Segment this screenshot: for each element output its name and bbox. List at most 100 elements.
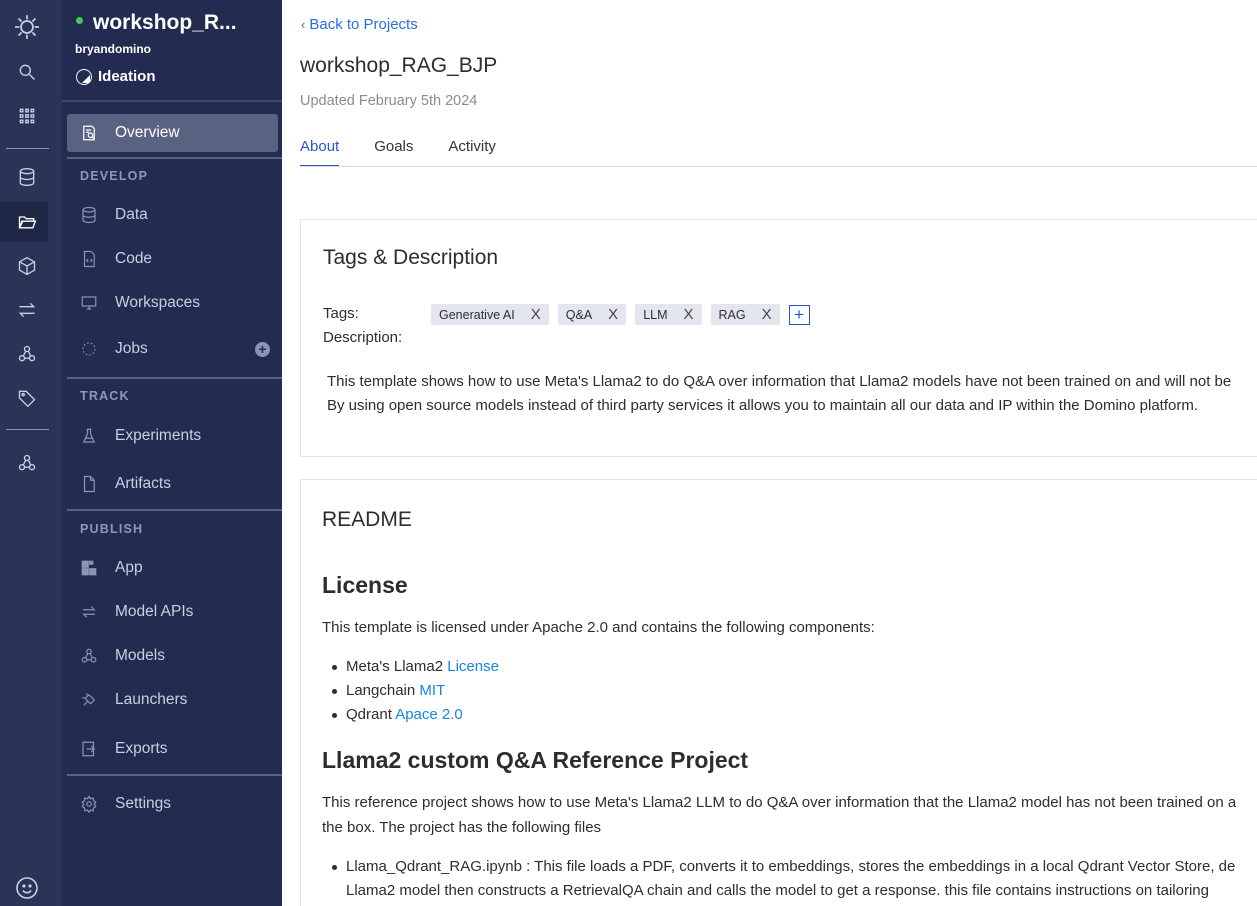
sidebar-item-label: Launchers (115, 691, 188, 708)
component-name: Langchain (346, 682, 416, 699)
database-icon[interactable] (14, 164, 40, 190)
sidebar-item-label: Model APIs (115, 603, 194, 620)
description-line: This template shows how to use Meta's Ll… (327, 373, 1232, 390)
global-nav-rail (0, 0, 62, 906)
project-sidebar: workshop_R... bryandomino Ideation Overv… (62, 0, 282, 906)
sidebar-item-experiments[interactable]: Experiments (67, 417, 278, 455)
tab-activity[interactable]: Activity (448, 138, 496, 167)
project-title[interactable]: workshop_R... (76, 11, 237, 35)
components-list: Meta's Llama2 License Langchain MIT Qdra… (332, 655, 499, 727)
sidebar-item-jobs[interactable]: Jobs + (67, 330, 278, 368)
tab-goals[interactable]: Goals (374, 138, 413, 167)
list-item: Qdrant Apace 2.0 (332, 703, 499, 727)
section-label-publish: PUBLISH (80, 522, 144, 536)
sidebar-divider (67, 509, 282, 511)
add-job-button[interactable]: + (255, 341, 270, 357)
sidebar-item-data[interactable]: Data (67, 196, 278, 234)
apps-grid-icon[interactable] (14, 103, 40, 129)
sidebar-item-models[interactable]: Models (67, 637, 278, 675)
description-label: Description: (323, 329, 403, 346)
files-list: Llama_Qdrant_RAG.ipynb : This file loads… (331, 855, 1236, 903)
search-icon[interactable] (14, 59, 40, 85)
status-dot (76, 16, 83, 24)
remove-tag-icon[interactable]: X (762, 306, 772, 323)
project-intro-line: This reference project shows how to use … (322, 794, 1237, 811)
tag-label: LLM (643, 307, 668, 322)
sidebar-item-label: Code (115, 250, 153, 267)
model-nodes-icon (79, 646, 99, 666)
remove-tag-icon[interactable]: X (608, 306, 618, 323)
back-to-projects-link[interactable]: ‹ Back to Projects (301, 16, 418, 33)
overview-icon (79, 123, 99, 143)
license-intro: This template is licensed under Apache 2… (322, 619, 875, 636)
sidebar-item-overview[interactable]: Overview (67, 114, 278, 152)
sidebar-item-label: Artifacts (115, 475, 171, 492)
page-title: workshop_RAG_BJP (300, 54, 498, 77)
card-title: Tags & Description (323, 246, 499, 269)
tags-label: Tags: (323, 305, 359, 322)
model-nodes-icon[interactable] (14, 450, 40, 476)
sidebar-item-settings[interactable]: Settings (67, 785, 278, 823)
remove-tag-icon[interactable]: X (684, 306, 694, 323)
export-icon (79, 739, 99, 759)
tab-bar-divider (300, 166, 1257, 167)
project-intro: This reference project shows how to use … (322, 790, 1236, 840)
component-license-link[interactable]: License (447, 658, 499, 675)
file-description-line: Llama_Qdrant_RAG.ipynb : This file loads… (346, 858, 1236, 875)
list-item: Langchain MIT (332, 679, 499, 703)
project-title-text: workshop_R... (93, 11, 237, 34)
transfer-arrows-icon[interactable] (14, 297, 40, 323)
chevron-left-icon: ‹ (301, 17, 306, 32)
file-description-line: Llama2 model then constructs a Retrieval… (346, 882, 1209, 899)
sidebar-item-label: Overview (115, 124, 180, 141)
sidebar-item-label: Models (115, 647, 165, 664)
smiley-feedback-icon[interactable] (14, 875, 40, 901)
readme-card: README License This template is licensed… (300, 479, 1257, 906)
monitor-icon (79, 293, 99, 313)
rail-divider (6, 148, 49, 149)
tag-label: Q&A (565, 307, 593, 322)
tag-chip: Q&A X (557, 304, 627, 325)
tag-chip: LLM X (635, 304, 702, 325)
sidebar-item-code[interactable]: Code (67, 240, 278, 278)
tag-chip: Generative AI X (431, 304, 549, 325)
component-license-link[interactable]: Apace 2.0 (395, 706, 463, 723)
sidebar-item-artifacts[interactable]: Artifacts (67, 465, 278, 503)
remove-tag-icon[interactable]: X (531, 306, 541, 323)
cube-icon[interactable] (14, 253, 40, 279)
sidebar-item-model-apis[interactable]: Model APIs (67, 593, 278, 631)
folder-open-icon[interactable] (14, 209, 40, 235)
sidebar-item-app[interactable]: App (67, 549, 278, 587)
license-heading: License (322, 572, 408, 598)
project-owner[interactable]: bryandomino (75, 42, 151, 56)
add-tag-button[interactable]: + (788, 304, 810, 325)
sidebar-item-launchers[interactable]: Launchers (67, 681, 278, 719)
transfer-arrows-icon (79, 602, 99, 622)
rail-divider (6, 429, 49, 430)
main-content: ‹ Back to Projects workshop_RAG_BJP Updat… (282, 0, 1257, 906)
sidebar-divider (67, 774, 282, 776)
component-license-link[interactable]: MIT (419, 682, 445, 699)
sidebar-item-label: Settings (115, 795, 172, 812)
sidebar-item-workspaces[interactable]: Workspaces (67, 284, 278, 322)
tag-list: Generative AI X Q&A X LLM X RAG X + (431, 304, 810, 325)
back-link-label: Back to Projects (309, 16, 418, 33)
tab-about[interactable]: About (300, 138, 340, 167)
launcher-icon (79, 690, 99, 710)
sidebar-divider (67, 157, 282, 159)
model-nodes-icon[interactable] (14, 341, 40, 367)
file-icon (79, 474, 99, 494)
tag-label: Generative AI (439, 307, 515, 322)
tag-label: RAG (718, 307, 746, 322)
project-stage[interactable]: Ideation (76, 68, 156, 85)
list-item: Llama_Qdrant_RAG.ipynb : This file loads… (331, 855, 1236, 879)
sidebar-item-label: Jobs (115, 340, 148, 357)
tag-icon[interactable] (14, 385, 40, 411)
project-intro-line: the box. The project has the following f… (322, 819, 602, 836)
project-stage-label: Ideation (98, 68, 156, 85)
component-name: Meta's Llama2 (346, 658, 444, 675)
domino-logo-icon[interactable] (14, 14, 40, 40)
section-label-develop: DEVELOP (80, 169, 149, 183)
tab-bar: About Goals Activity (300, 138, 531, 167)
sidebar-item-exports[interactable]: Exports (67, 730, 278, 768)
